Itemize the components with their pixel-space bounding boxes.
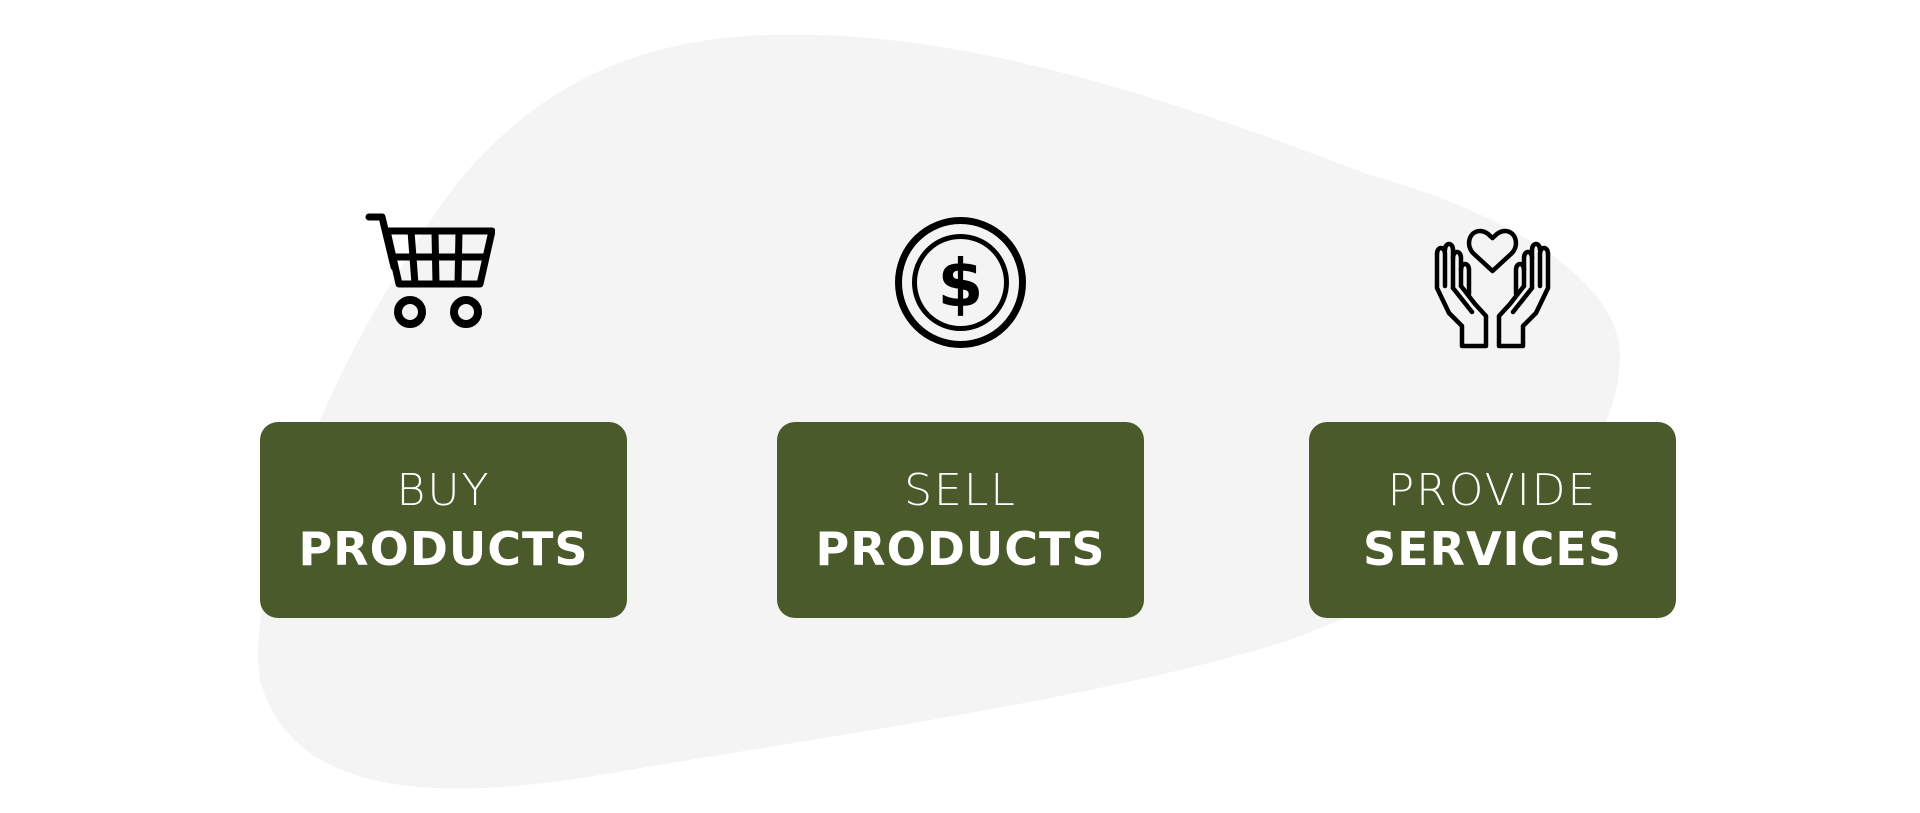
card-line-light: SELL: [904, 465, 1017, 516]
hands-heart-icon: [1425, 216, 1560, 350]
card-line-bold: PRODUCTS: [815, 522, 1106, 576]
dollar-coin-icon: $: [894, 216, 1027, 349]
card-line-light: PROVIDE: [1387, 465, 1598, 516]
buy-products-button[interactable]: BUY PRODUCTS: [260, 422, 627, 618]
card-line-bold: PRODUCTS: [298, 522, 589, 576]
provide-services-button[interactable]: PROVIDE SERVICES: [1309, 422, 1676, 618]
card-line-bold: SERVICES: [1362, 522, 1622, 576]
sell-products-button[interactable]: SELL PRODUCTS: [777, 422, 1144, 618]
shopping-cart-icon: [365, 210, 495, 335]
svg-text:$: $: [938, 245, 984, 322]
background-blob: [258, 34, 1621, 789]
card-line-light: BUY: [396, 465, 491, 516]
